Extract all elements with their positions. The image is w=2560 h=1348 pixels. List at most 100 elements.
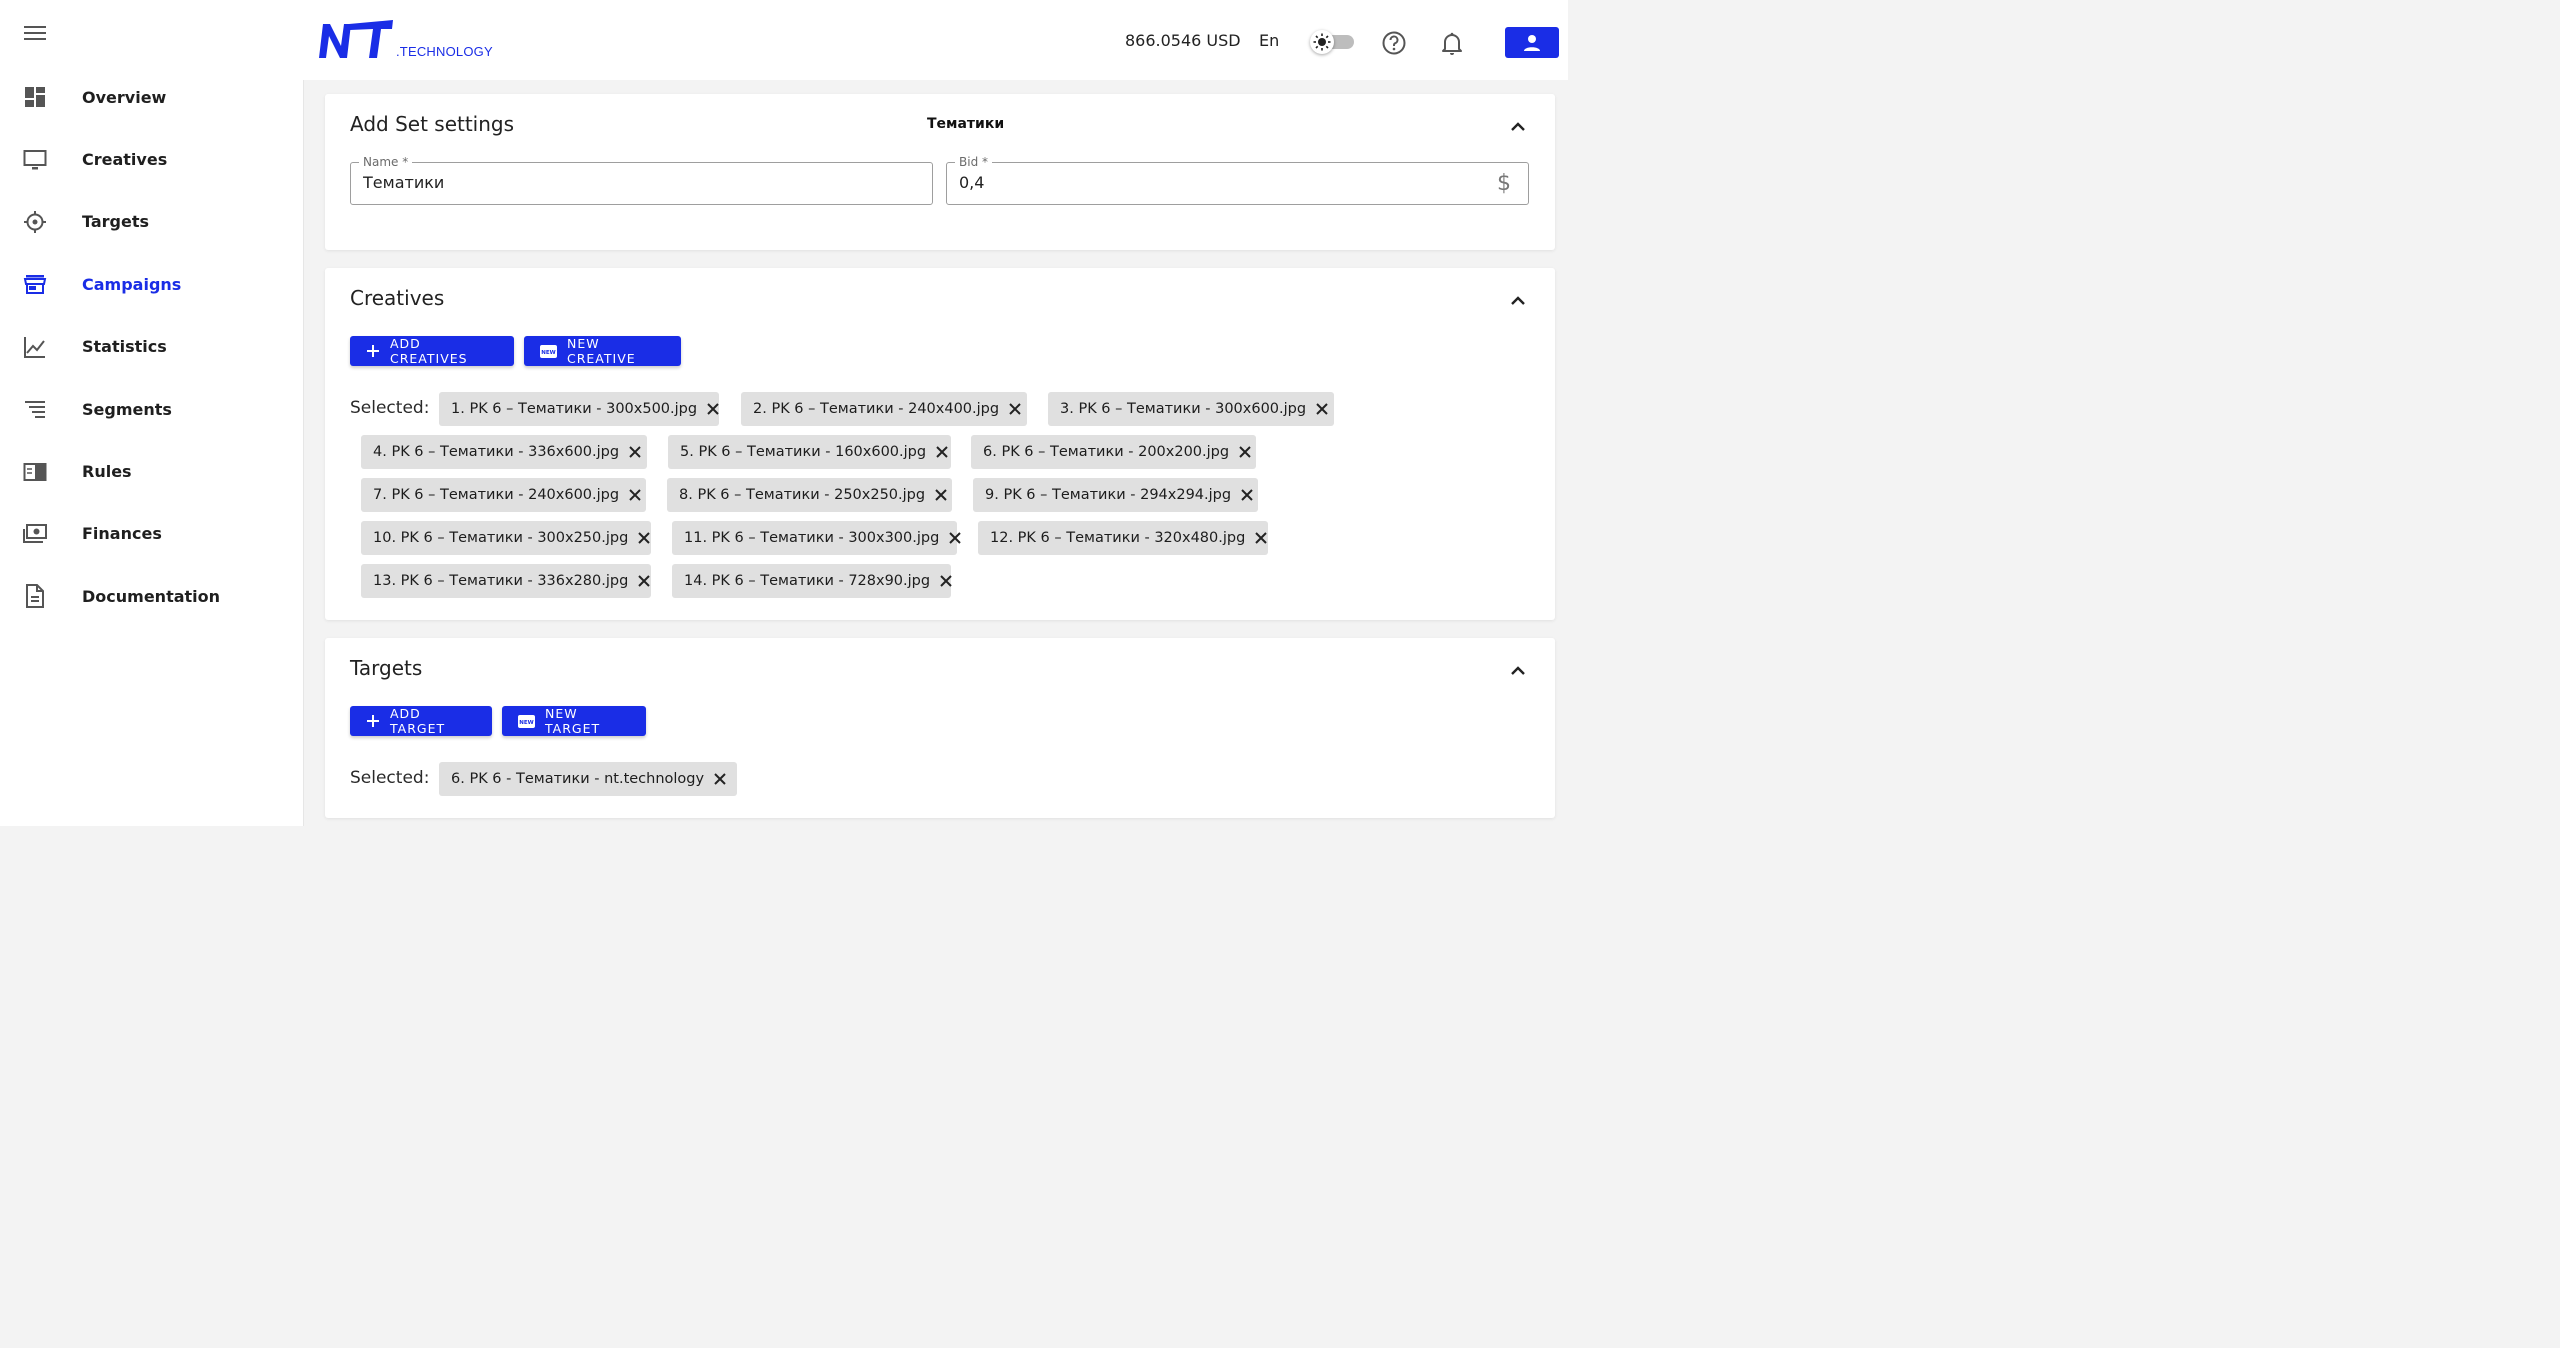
chip-label: 8. PK 6 – Тематики - 250x250.jpg (679, 487, 926, 503)
creative-chip[interactable]: 6. PK 6 – Тематики - 200x200.jpg (971, 435, 1256, 469)
theme-toggle[interactable] (1310, 30, 1354, 54)
close-icon[interactable] (935, 488, 947, 502)
sidebar-item-targets[interactable]: Targets (0, 191, 303, 253)
close-icon[interactable] (1241, 488, 1253, 502)
add-target-button[interactable]: ADD TARGET (350, 706, 492, 736)
creative-chip[interactable]: 13. PK 6 – Тематики - 336x280.jpg (361, 564, 651, 598)
menu-icon[interactable] (22, 22, 48, 44)
chip-label: 5. PK 6 – Тематики - 160x600.jpg (680, 444, 927, 460)
document-icon (22, 583, 48, 609)
chevron-up-icon[interactable] (1507, 660, 1529, 682)
creative-chip[interactable]: 4. PK 6 – Тематики - 336x600.jpg (361, 435, 647, 469)
creatives-card: Creatives ADD CREATIVES NEW NEW CREATIVE… (325, 268, 1555, 620)
creative-chip[interactable]: 5. PK 6 – Тематики - 160x600.jpg (668, 435, 951, 469)
close-icon[interactable] (629, 445, 641, 459)
sidebar-item-overview[interactable]: Overview (0, 66, 303, 128)
targets-card: Targets ADD TARGET NEW NEW TARGET Select… (325, 638, 1555, 818)
close-icon[interactable] (1239, 445, 1251, 459)
sidebar-item-label: Creatives (82, 150, 168, 170)
segments-icon (22, 396, 48, 422)
sidebar-item-creatives[interactable]: Creatives (0, 128, 303, 190)
set-settings-card: Add Set settings Тематики Name * Bid * $ (325, 94, 1555, 250)
language-selector[interactable]: En (1259, 31, 1279, 50)
chip-label: 14. PK 6 – Тематики - 728x90.jpg (684, 573, 931, 589)
close-icon[interactable] (1316, 402, 1328, 416)
creatives-title: Creatives (350, 286, 445, 310)
chevron-up-icon[interactable] (1507, 116, 1529, 138)
sidebar-item-rules[interactable]: Rules (0, 440, 303, 502)
close-icon[interactable] (714, 772, 726, 786)
chip-label: 12. PK 6 – Тематики - 320x480.jpg (990, 530, 1246, 546)
bid-field-label: Bid * (955, 155, 992, 169)
chevron-up-icon[interactable] (1507, 290, 1529, 312)
chip-label: 6. PK 6 - Тематики - nt.technology (451, 771, 705, 787)
user-icon (1524, 34, 1540, 51)
close-icon[interactable] (940, 574, 952, 588)
close-icon[interactable] (936, 445, 948, 459)
line-chart-icon (22, 334, 48, 360)
sidebar-item-statistics[interactable]: Statistics (0, 316, 303, 378)
close-icon[interactable] (1255, 531, 1268, 545)
creative-chip[interactable]: 14. PK 6 – Тематики - 728x90.jpg (672, 564, 952, 598)
creative-chip[interactable]: 7. PK 6 – Тематики - 240x600.jpg (361, 478, 646, 512)
sidebar-item-label: Statistics (82, 337, 167, 357)
account-balance: 866.0546 USD (1125, 31, 1241, 50)
chip-label: 10. PK 6 – Тематики - 300x250.jpg (373, 530, 629, 546)
creative-chip[interactable]: 12. PK 6 – Тематики - 320x480.jpg (978, 521, 1268, 555)
new-target-button[interactable]: NEW NEW TARGET (502, 706, 646, 736)
sidebar-item-label: Campaigns (82, 274, 182, 294)
close-icon[interactable] (629, 488, 641, 502)
top-header: .TECHNOLOGY 866.0546 USD En (303, 0, 1568, 80)
sun-icon (1310, 30, 1334, 54)
sidebar-item-documentation[interactable]: Documentation (0, 565, 303, 627)
close-icon[interactable] (638, 531, 651, 545)
add-creatives-button[interactable]: ADD CREATIVES (350, 336, 514, 366)
plus-icon (366, 714, 380, 728)
creative-chip[interactable]: 11. PK 6 – Тематики - 300x300.jpg (672, 521, 962, 555)
logo[interactable]: .TECHNOLOGY (319, 18, 493, 60)
target-chip[interactable]: 6. PK 6 - Тематики - nt.technology (439, 762, 737, 796)
chip-label: 3. PK 6 – Тематики - 300x600.jpg (1060, 401, 1307, 417)
sidebar-item-label: Segments (82, 399, 172, 419)
chip-label: 2. PK 6 – Тематики - 240x400.jpg (753, 401, 1000, 417)
name-field-label: Name * (359, 155, 413, 169)
creative-chip[interactable]: 9. PK 6 – Тематики - 294x294.jpg (973, 478, 1258, 512)
profile-button[interactable] (1505, 27, 1559, 58)
bid-input[interactable] (959, 173, 1480, 192)
crosshair-icon (22, 209, 48, 235)
creative-chip[interactable]: 8. PK 6 – Тематики - 250x250.jpg (667, 478, 952, 512)
bid-field: Bid * $ (946, 155, 1529, 205)
chip-label: 13. PK 6 – Тематики - 336x280.jpg (373, 573, 629, 589)
storefront-icon (22, 271, 48, 297)
creative-chip[interactable]: 2. PK 6 – Тематики - 240x400.jpg (741, 392, 1027, 426)
plus-icon (366, 344, 380, 358)
sidebar-item-label: Overview (82, 87, 167, 107)
sidebar-item-label: Rules (82, 462, 132, 482)
monitor-icon (22, 147, 48, 173)
help-icon[interactable] (1381, 30, 1407, 56)
chip-label: 7. PK 6 – Тематики - 240x600.jpg (373, 487, 620, 503)
sidebar-item-campaigns[interactable]: Campaigns (0, 253, 303, 315)
settings-title: Add Set settings (350, 112, 515, 136)
targets-title: Targets (350, 656, 423, 680)
creative-chip[interactable]: 1. PK 6 – Тематики - 300x500.jpg (439, 392, 719, 426)
creative-chip[interactable]: 3. PK 6 – Тематики - 300x600.jpg (1048, 392, 1334, 426)
creative-chip[interactable]: 10. PK 6 – Тематики - 300x250.jpg (361, 521, 651, 555)
sidebar-item-label: Finances (82, 524, 162, 544)
sidebar-item-label: Documentation (82, 586, 221, 606)
new-creative-button[interactable]: NEW NEW CREATIVE (524, 336, 681, 366)
svg-text:NEW: NEW (519, 720, 533, 726)
close-icon[interactable] (949, 531, 962, 545)
sidebar: Overview Creatives Targets Campaigns Sta… (0, 0, 303, 826)
bell-icon[interactable] (1439, 30, 1465, 56)
close-icon[interactable] (1009, 402, 1021, 416)
name-input[interactable] (363, 173, 884, 192)
close-icon[interactable] (707, 402, 719, 416)
close-icon[interactable] (638, 574, 651, 588)
sidebar-item-finances[interactable]: Finances (0, 503, 303, 565)
sidebar-item-segments[interactable]: Segments (0, 378, 303, 440)
settings-subject: Тематики (927, 116, 1005, 132)
creatives-selected-label: Selected: (350, 398, 430, 418)
nt-logo-mark (319, 20, 393, 58)
sidebar-nav: Overview Creatives Targets Campaigns Sta… (0, 66, 303, 628)
